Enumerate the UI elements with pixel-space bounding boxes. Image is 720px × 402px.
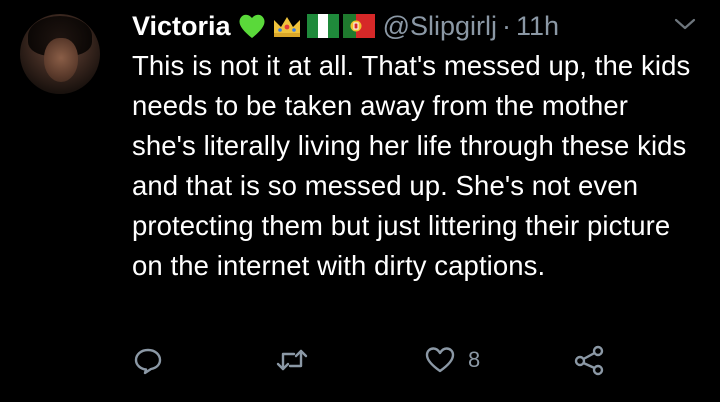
like-icon [424,345,456,375]
name-emojis [237,12,379,40]
avatar[interactable] [20,14,100,94]
tweet-header: Victoria @Slipgirlj · 11h [132,8,559,44]
nigeria-flag-icon [306,14,339,38]
avatar-face [44,38,78,82]
tweet-text: This is not it at all. That's messed up,… [132,50,691,281]
retweet-button[interactable] [274,340,310,380]
reply-button[interactable] [132,340,164,380]
retweet-icon [274,344,310,376]
chevron-down-icon[interactable] [672,14,698,34]
reply-icon [132,344,164,376]
like-button[interactable]: 8 [424,340,480,380]
like-count: 8 [468,347,481,372]
share-icon [572,344,606,376]
tweet[interactable]: Victoria @Slipgirlj · 11h This is not it… [0,0,720,402]
green-heart-icon [237,12,267,40]
crown-icon [271,13,303,39]
portugal-flag-icon [342,14,375,38]
share-button[interactable] [572,340,606,380]
display-name[interactable]: Victoria [132,11,231,42]
user-handle[interactable]: @Slipgirlj [383,11,497,42]
separator: · [502,10,511,41]
timestamp[interactable]: 11h [516,11,559,42]
action-bar: 8 [132,340,652,380]
